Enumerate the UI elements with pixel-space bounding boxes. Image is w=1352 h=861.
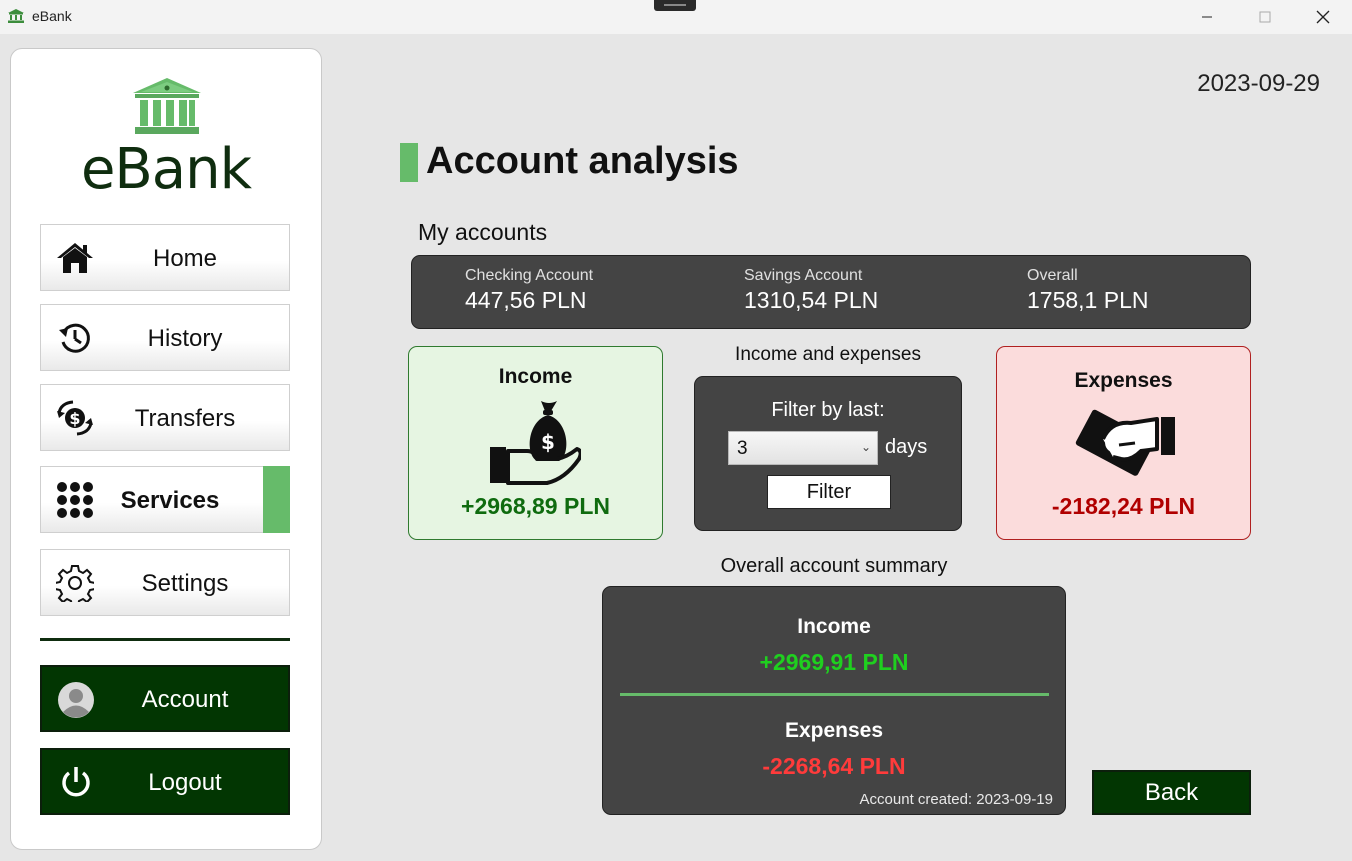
income-card: Income $ +2968,89 PLN [408,346,663,540]
maximize-button[interactable] [1236,0,1294,34]
title-accent [400,143,418,182]
sidebar-divider [40,638,290,641]
active-indicator [263,466,290,533]
income-expenses-label: Income and expenses [735,344,921,365]
income-card-title: Income [498,365,573,388]
income-card-amount: +2968,89 PLN [461,493,610,519]
sidebar-item-label: History [147,325,223,352]
account-button[interactable]: Account [40,665,290,732]
summary-income-title: Income [797,615,871,638]
money-bag-hand-icon: $ [490,401,581,485]
svg-text:$: $ [69,409,80,428]
back-button[interactable]: Back [1092,770,1251,815]
chevron-down-icon: ⌄ [860,440,871,454]
account-balance: 447,56 PLN [465,287,587,313]
summary-expenses-amount: -2268,64 PLN [762,753,906,779]
sidebar: eBank Home History $ Transfers Services … [10,48,322,850]
sidebar-item-home[interactable]: Home [40,224,290,291]
savings-account: Savings Account 1310,54 PLN [744,267,878,314]
snap-grip[interactable] [654,0,696,11]
overall-account: Overall 1758,1 PLN [1027,267,1148,314]
summary-divider [620,693,1049,696]
my-accounts-label: My accounts [418,219,548,245]
account-name: Overall [1027,267,1078,284]
close-icon [1316,10,1330,24]
sidebar-item-services[interactable]: Services [40,466,290,533]
sidebar-item-history[interactable]: History [40,304,290,371]
accounts-summary-bar: Checking Account 447,56 PLN Savings Acco… [411,255,1251,329]
bank-building-icon [133,78,201,134]
filter-button[interactable]: Filter [767,475,891,509]
maximize-icon [1259,11,1271,23]
account-balance: 1310,54 PLN [744,287,879,313]
account-created-date: Account created: 2023-09-19 [859,791,1053,808]
svg-text:$: $ [541,430,555,454]
expenses-card-title: Expenses [1074,369,1173,392]
sidebar-item-label: Services [120,487,220,514]
minimize-button[interactable] [1178,0,1236,34]
days-unit-label: days [885,436,928,458]
sidebar-item-label: Home [152,245,218,272]
logout-button[interactable]: Logout [40,748,290,815]
days-select-value: 3 [737,438,748,459]
filter-panel: Filter by last: 3 ⌄ days Filter [694,376,962,531]
account-name: Savings Account [744,267,863,284]
window-titlebar: eBank [0,0,1352,34]
logout-label: Logout [148,769,222,796]
expenses-card: Expenses -2182,24 PLN [996,346,1251,540]
account-name: Checking Account [465,267,594,284]
sidebar-item-transfers[interactable]: $ Transfers [40,384,290,451]
checking-account: Checking Account 447,56 PLN [465,267,593,314]
summary-panel: Income +2969,91 PLN Expenses -2268,64 PL… [602,586,1066,815]
sidebar-item-label: Transfers [134,405,236,432]
filter-label: Filter by last: [771,399,885,421]
sidebar-item-label: Settings [141,570,229,597]
page-title: Account analysis [426,140,739,182]
current-date: 2023-09-29 [1197,70,1320,97]
bank-icon [8,9,24,23]
summary-label: Overall account summary [720,555,948,577]
hand-paying-icon [1075,409,1175,476]
logo-text: eBank [80,137,252,202]
account-label: Account [141,686,229,713]
minimize-icon [1202,16,1212,18]
days-select[interactable]: 3 ⌄ [728,431,878,465]
expenses-card-amount: -2182,24 PLN [1051,493,1196,519]
account-balance: 1758,1 PLN [1027,287,1149,313]
close-button[interactable] [1294,0,1352,34]
window-title: eBank [32,8,72,24]
summary-expenses-title: Expenses [784,719,884,742]
summary-income-amount: +2969,91 PLN [759,649,909,675]
sidebar-item-settings[interactable]: Settings [40,549,290,616]
